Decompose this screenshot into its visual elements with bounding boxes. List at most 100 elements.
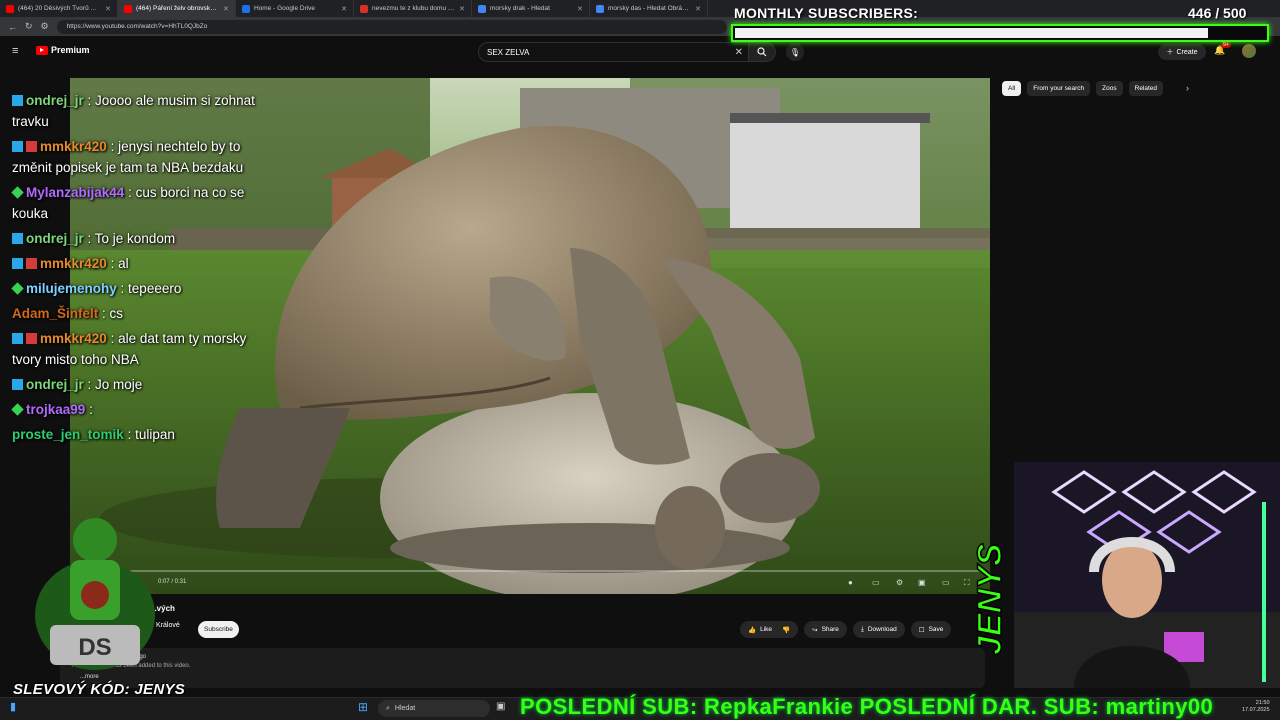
subscriber-goal-value: 446 / 500 bbox=[1188, 5, 1247, 21]
chat-message: ondrej_jr : Jo moje bbox=[12, 374, 262, 395]
tab-close-icon[interactable]: ✕ bbox=[105, 5, 111, 13]
theater-mode-icon[interactable]: ▭ bbox=[942, 578, 950, 587]
download-label: Download bbox=[867, 626, 897, 633]
search-button[interactable] bbox=[748, 42, 776, 62]
chat-badge-icon bbox=[12, 233, 23, 244]
download-button[interactable]: ⤓ Download bbox=[852, 621, 905, 638]
browser-tab[interactable]: nevezmu te z klubu domu 3 resi ✕ bbox=[354, 0, 472, 17]
svg-text:DS: DS bbox=[78, 634, 111, 661]
tab-favicon-icon bbox=[242, 4, 250, 13]
chat-username: mmkkr420 bbox=[40, 139, 107, 154]
search-icon: ⌕ bbox=[386, 704, 390, 712]
browser-tab[interactable]: morsky drak - Hledat ✕ bbox=[472, 0, 590, 17]
tab-favicon-icon bbox=[596, 4, 604, 13]
chevron-right-icon[interactable]: › bbox=[1186, 83, 1189, 93]
tab-favicon-icon bbox=[478, 4, 486, 13]
windows-widget-icon[interactable]: ▮ bbox=[10, 700, 16, 713]
browser-tab[interactable]: Home - Google Drive ✕ bbox=[236, 0, 354, 17]
tab-title: (464) Páření želv obrovských bbox=[136, 5, 220, 12]
chat-message: trojkaa99 : bbox=[11, 399, 262, 420]
tab-close-icon[interactable]: ✕ bbox=[577, 5, 583, 13]
create-button[interactable]: ＋ Create bbox=[1158, 44, 1206, 60]
download-icon: ⤓ bbox=[860, 625, 864, 633]
chat-message: ondrej_jr : To je kondom bbox=[12, 228, 262, 249]
filter-chip[interactable]: All bbox=[1002, 81, 1022, 96]
tab-title: Home - Google Drive bbox=[254, 5, 316, 12]
settings-icon[interactable]: ⚙ bbox=[896, 578, 903, 587]
clock-date: 17.07.2025 bbox=[1242, 707, 1270, 713]
taskbar-search[interactable]: ⌕ Hledat bbox=[378, 700, 490, 717]
plus-icon: ＋ bbox=[1166, 49, 1174, 56]
search-icon bbox=[757, 47, 767, 57]
system-clock[interactable]: 21:50 17.07.2025 bbox=[1242, 700, 1270, 714]
tab-close-icon[interactable]: ✕ bbox=[223, 5, 229, 13]
chat-username: ondrej_jr bbox=[26, 93, 84, 108]
like-label: Like bbox=[760, 626, 773, 633]
chat-username: trojkaa99 bbox=[26, 402, 86, 417]
miniplayer-icon[interactable]: ▣ bbox=[918, 578, 926, 587]
browser-tab[interactable]: morsky das - Hledat Obrázky ✕ bbox=[590, 0, 708, 17]
youtube-logo[interactable]: Premium bbox=[36, 45, 90, 55]
taskbar-search-placeholder: Hledat bbox=[394, 705, 416, 712]
chat-badge-icon bbox=[11, 282, 24, 295]
discount-code-banner: SLEVOVÝ KÓD: JENYS bbox=[13, 681, 186, 698]
chat-message: Mylanzabijak44 : cus borci na co se kouk… bbox=[11, 182, 262, 224]
subscriber-goal-fill bbox=[735, 28, 1208, 38]
streamer-mascot-logo: DS bbox=[30, 495, 160, 685]
browser-tab[interactable]: (464) 20 Děsivých Tvorů Nalezených ✕ bbox=[0, 0, 118, 17]
video-progress-bar[interactable] bbox=[74, 570, 984, 572]
microphone-icon: 🎙 bbox=[789, 47, 801, 57]
share-button[interactable]: ↪ Share bbox=[804, 621, 847, 638]
subscribe-button[interactable]: Subscribe bbox=[198, 621, 239, 638]
windows-start-icon[interactable]: ⊞ bbox=[358, 700, 368, 714]
subtitles-icon[interactable]: ▭ bbox=[872, 578, 880, 587]
thumbs-down-icon[interactable]: 👎 bbox=[782, 626, 790, 634]
filter-chip[interactable]: Zoos bbox=[1096, 81, 1123, 96]
chat-message: mmkkr420 : jenysi nechtelo by to změnit … bbox=[12, 136, 262, 178]
filter-chip[interactable]: Related bbox=[1128, 81, 1164, 96]
browser-tab[interactable]: (464) Páření želv obrovských ✕ bbox=[118, 0, 236, 17]
chat-username: Mylanzabijak44 bbox=[26, 185, 125, 200]
search-value: SEX ZELVA bbox=[487, 47, 530, 57]
search-input[interactable]: SEX ZELVA ✕ bbox=[478, 42, 750, 62]
autoplay-toggle-icon[interactable]: ● bbox=[848, 578, 853, 587]
site-info-icon[interactable]: ⚙ bbox=[41, 21, 49, 32]
chat-text: : tulipan bbox=[127, 427, 175, 442]
tab-close-icon[interactable]: ✕ bbox=[341, 5, 347, 13]
chat-text: : tepeeero bbox=[120, 281, 182, 296]
logo-label: Premium bbox=[51, 45, 90, 55]
back-icon[interactable]: ← bbox=[8, 22, 17, 32]
avatar[interactable] bbox=[1242, 44, 1256, 58]
chat-username: Adam_Šinfelt bbox=[12, 306, 99, 321]
chat-username: ondrej_jr bbox=[26, 231, 84, 246]
webcam-feed bbox=[1014, 462, 1280, 688]
description-box[interactable] bbox=[60, 648, 985, 688]
filter-chip[interactable]: From your search bbox=[1027, 81, 1091, 96]
reload-icon[interactable]: ↻ bbox=[25, 21, 33, 32]
clear-icon[interactable]: ✕ bbox=[735, 47, 743, 58]
streamer-logo: JENYS bbox=[970, 490, 1013, 660]
save-label: Save bbox=[928, 626, 944, 633]
fullscreen-icon[interactable]: ⛶ bbox=[964, 578, 970, 588]
thumbs-up-icon: 👍 bbox=[748, 626, 757, 634]
chat-badge-icon bbox=[12, 141, 23, 152]
clock-time: 21:50 bbox=[1255, 700, 1270, 706]
menu-icon[interactable]: ≡ bbox=[12, 45, 18, 57]
tab-title: morsky das - Hledat Obrázky bbox=[608, 5, 692, 12]
related-filter-chips: All From your search Zoos Related bbox=[1002, 81, 1164, 96]
save-button[interactable]: ☐ Save bbox=[910, 621, 952, 638]
like-button[interactable]: 👍 Like 👎 bbox=[740, 621, 799, 638]
chat-badge-icon bbox=[11, 403, 24, 416]
tab-close-icon[interactable]: ✕ bbox=[459, 5, 465, 13]
tab-close-icon[interactable]: ✕ bbox=[695, 5, 701, 13]
url-field[interactable]: https://www.youtube.com/watch?v=HhTL0QJb… bbox=[56, 19, 727, 34]
task-view-icon[interactable]: ▣ bbox=[496, 701, 505, 712]
tab-favicon-icon bbox=[6, 4, 14, 13]
chat-badge-icon bbox=[12, 95, 23, 106]
voice-search-button[interactable]: 🎙 bbox=[786, 43, 804, 61]
last-subscriber-ticker: POSLEDNÍ SUB: RepkaFrankie POSLEDNÍ DAR.… bbox=[520, 694, 1214, 719]
tab-title: nevezmu te z klubu domu 3 resi bbox=[372, 5, 456, 12]
tab-favicon-icon bbox=[124, 4, 132, 13]
chat-text: : cs bbox=[102, 306, 124, 321]
notification-badge: 9+ bbox=[1221, 42, 1231, 48]
